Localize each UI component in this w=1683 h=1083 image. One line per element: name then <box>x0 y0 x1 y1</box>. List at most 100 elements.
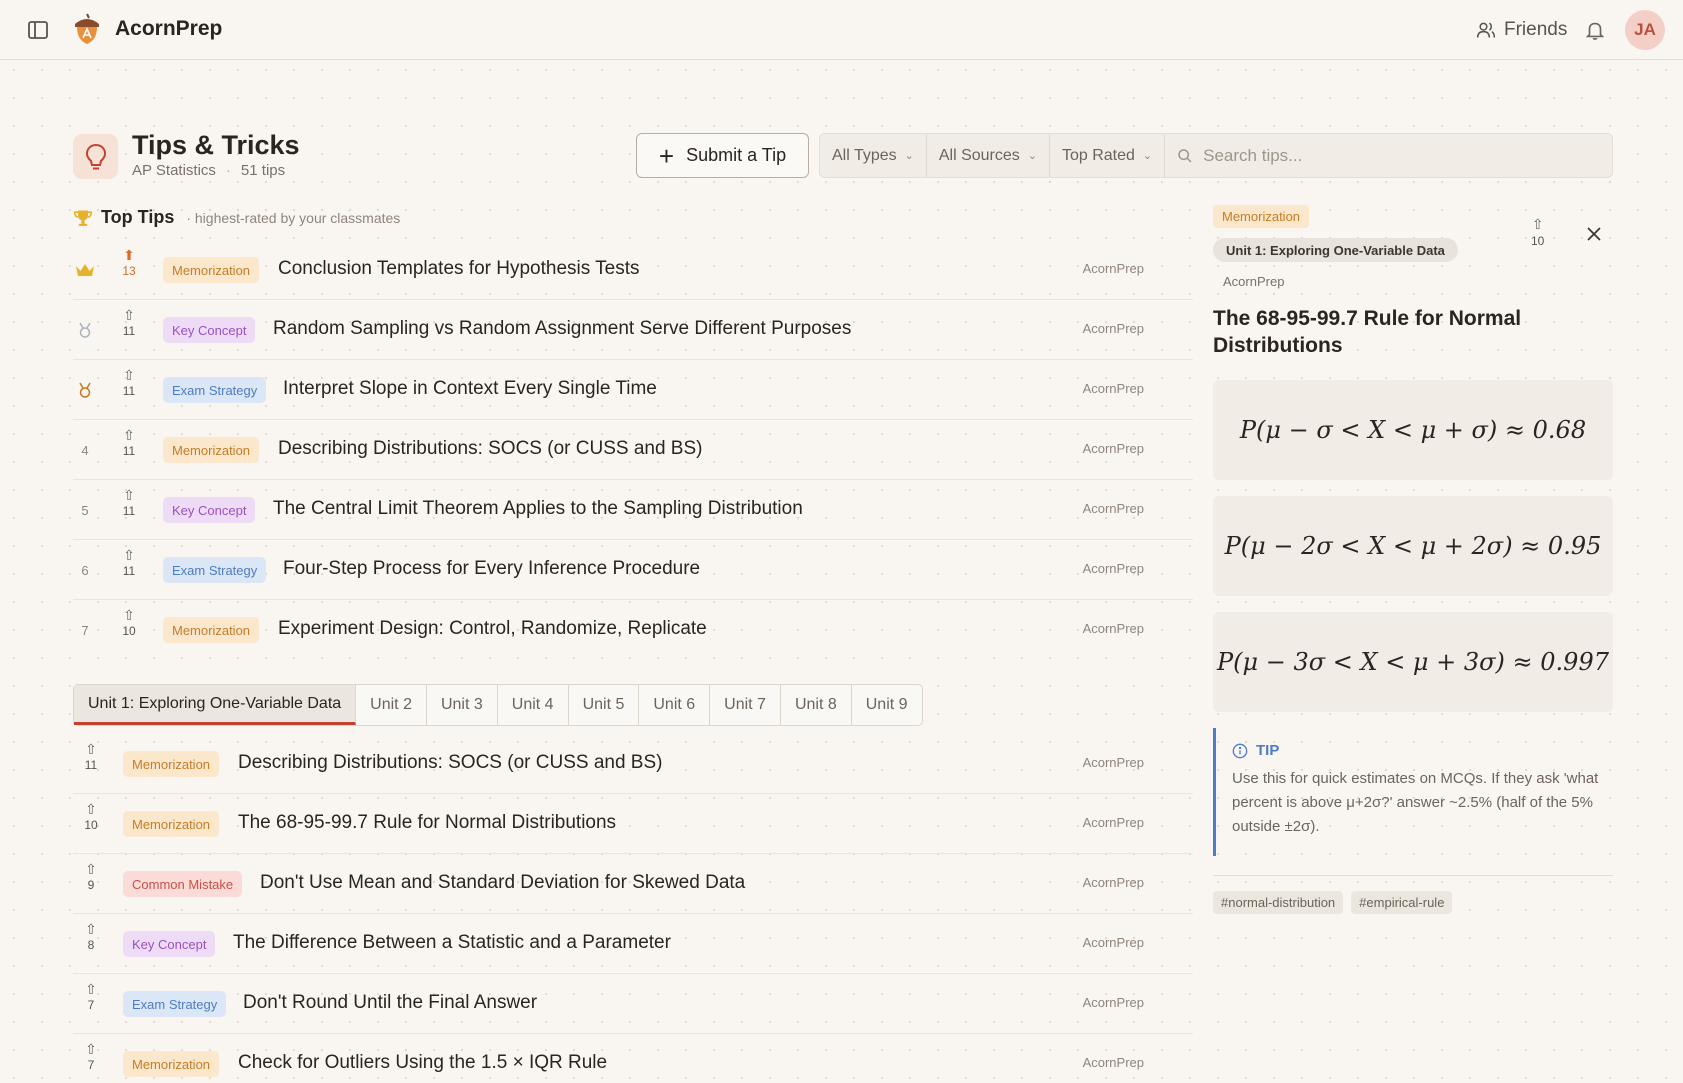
tip-title[interactable]: The Central Limit Theorem Applies to the… <box>273 498 803 520</box>
upvote-arrow-icon[interactable]: ⇧ <box>123 488 135 502</box>
tip-title[interactable]: The Difference Between a Statistic and a… <box>233 932 671 954</box>
unit-tip-row[interactable]: ⇧ 11 Memorization Describing Distributio… <box>73 734 1193 794</box>
rank-number: 7 <box>81 622 89 638</box>
tab-unit-5[interactable]: Unit 5 <box>569 685 640 725</box>
source-filter-dropdown[interactable]: All Sources ⌄ <box>927 134 1050 177</box>
sort-dropdown[interactable]: Top Rated ⌄ <box>1050 134 1166 177</box>
category-badge: Exam Strategy <box>123 991 227 1017</box>
tip-title[interactable]: Conclusion Templates for Hypothesis Test… <box>278 258 640 280</box>
friends-button[interactable]: Friends <box>1476 16 1567 44</box>
upvote-control[interactable]: ⇧ 10 <box>117 608 141 638</box>
unit-tip-row[interactable]: ⇧ 8 Key Concept The Difference Between a… <box>73 914 1193 974</box>
upvote-control[interactable]: ⇧ 11 <box>79 742 103 772</box>
upvote-control[interactable]: ⇧ 11 <box>117 488 141 518</box>
upvote-arrow-icon[interactable]: ⇧ <box>85 922 97 936</box>
tab-unit-1[interactable]: Unit 1: Exploring One-Variable Data <box>74 685 357 725</box>
tip-author: AcornPrep <box>1082 321 1144 336</box>
category-badge: Memorization <box>1213 205 1310 228</box>
category-badge: Memorization <box>123 811 220 837</box>
top-tip-row[interactable]: ⇧ 11 Key Concept Random Sampling vs Rand… <box>73 300 1193 360</box>
course-name: AP Statistics <box>132 162 216 179</box>
tip-title[interactable]: Random Sampling vs Random Assignment Ser… <box>273 318 851 340</box>
tip-title[interactable]: Describing Distributions: SOCS (or CUSS … <box>238 752 662 774</box>
category-badge: Memorization <box>123 1051 220 1077</box>
tab-unit-7[interactable]: Unit 7 <box>710 685 781 725</box>
search-icon <box>1178 148 1192 163</box>
top-tip-row[interactable]: ⬆ 13 Memorization Conclusion Templates f… <box>73 240 1193 300</box>
top-tip-row[interactable]: 5 ⇧ 11 Key Concept The Central Limit The… <box>73 480 1193 540</box>
vote-count: 11 <box>122 384 136 398</box>
tip-title[interactable]: The 68-95-99.7 Rule for Normal Distribut… <box>238 812 616 834</box>
upvote-control[interactable]: ⇧ 11 <box>117 548 141 578</box>
unit-tip-row[interactable]: ⇧ 10 Memorization The 68-95-99.7 Rule fo… <box>73 794 1193 854</box>
upvote-arrow-icon[interactable]: ⇧ <box>123 608 135 622</box>
upvote-arrow-icon[interactable]: ⇧ <box>85 742 97 756</box>
top-tip-row[interactable]: ⇧ 11 Exam Strategy Interpret Slope in Co… <box>73 360 1193 420</box>
tip-title[interactable]: Interpret Slope in Context Every Single … <box>283 378 657 400</box>
tip-count: 51 tips <box>240 162 286 179</box>
tip-author: AcornPrep <box>1082 1055 1144 1070</box>
unit-tip-row[interactable]: ⇧ 9 Common Mistake Don't Use Mean and St… <box>73 854 1193 914</box>
formula-block: P(μ − 2σ < X < μ + 2σ) ≈ 0.95 <box>1213 496 1613 596</box>
close-icon[interactable] <box>1584 224 1604 244</box>
avatar[interactable]: JA <box>1625 10 1665 50</box>
upvote-control[interactable]: ⇧ 11 <box>117 428 141 458</box>
upvote-arrow-icon[interactable]: ⇧ <box>85 1042 97 1056</box>
friends-label: Friends <box>1504 19 1568 40</box>
tab-unit-2[interactable]: Unit 2 <box>356 685 427 725</box>
upvote-arrow-icon[interactable]: ⇧ <box>123 308 135 322</box>
type-filter-dropdown[interactable]: All Types ⌄ <box>820 134 927 177</box>
rank-number: 4 <box>81 442 89 458</box>
upvote-control[interactable]: ⇧ 11 <box>117 308 141 338</box>
top-tip-row[interactable]: 7 ⇧ 10 Memorization Experiment Design: C… <box>73 600 1193 660</box>
upvote-control[interactable]: ⇧ 10 <box>1531 217 1544 248</box>
chevron-down-icon: ⌄ <box>1142 150 1153 162</box>
upvote-arrow-icon[interactable]: ⇧ <box>123 428 135 442</box>
submit-tip-button[interactable]: + Submit a Tip <box>636 133 809 178</box>
upvote-control[interactable]: ⇧ 9 <box>79 862 103 892</box>
tab-unit-8[interactable]: Unit 8 <box>781 685 852 725</box>
upvote-control[interactable]: ⬆ 13 <box>117 248 141 278</box>
tip-author: AcornPrep <box>1082 261 1144 276</box>
users-icon <box>1476 22 1496 38</box>
tab-unit-3[interactable]: Unit 3 <box>427 685 498 725</box>
silver-medal-icon <box>73 300 97 360</box>
tip-title[interactable]: Describing Distributions: SOCS (or CUSS … <box>278 438 702 460</box>
upvote-arrow-icon[interactable]: ⇧ <box>85 802 97 816</box>
vote-count: 8 <box>87 938 95 952</box>
trophy-icon <box>73 210 93 226</box>
tab-unit-9[interactable]: Unit 9 <box>852 685 922 725</box>
upvote-arrow-icon[interactable]: ⇧ <box>85 862 97 876</box>
upvote-control[interactable]: ⇧ 8 <box>79 922 103 952</box>
search-input[interactable]: Search tips... <box>1165 134 1612 177</box>
upvote-arrow-icon[interactable]: ⇧ <box>1532 217 1544 231</box>
chevron-down-icon: ⌄ <box>1027 150 1037 162</box>
tab-unit-6[interactable]: Unit 6 <box>639 685 711 725</box>
tip-title[interactable]: Four-Step Process for Every Inference Pr… <box>283 558 700 580</box>
tip-author: AcornPrep <box>1082 561 1144 576</box>
tip-author: AcornPrep <box>1082 621 1144 636</box>
upvote-arrow-icon[interactable]: ⇧ <box>123 368 135 382</box>
upvote-arrow-icon[interactable]: ⬆ <box>123 248 135 262</box>
upvote-control[interactable]: ⇧ 11 <box>117 368 141 398</box>
upvote-control[interactable]: ⇧ 7 <box>79 1042 103 1072</box>
tag-chip[interactable]: #normal-distribution <box>1213 891 1344 914</box>
tip-title[interactable]: Experiment Design: Control, Randomize, R… <box>278 618 707 640</box>
top-tip-row[interactable]: 6 ⇧ 11 Exam Strategy Four-Step Process f… <box>73 540 1193 600</box>
bell-icon[interactable] <box>1584 18 1606 42</box>
upvote-control[interactable]: ⇧ 7 <box>79 982 103 1012</box>
tip-title[interactable]: Don't Round Until the Final Answer <box>243 992 537 1014</box>
upvote-control[interactable]: ⇧ 10 <box>79 802 103 832</box>
unit-tip-row[interactable]: ⇧ 7 Memorization Check for Outliers Usin… <box>73 1034 1193 1083</box>
unit-tip-row[interactable]: ⇧ 7 Exam Strategy Don't Round Until the … <box>73 974 1193 1034</box>
tab-unit-4[interactable]: Unit 4 <box>498 685 569 725</box>
upvote-arrow-icon[interactable]: ⇧ <box>123 548 135 562</box>
tip-author: AcornPrep <box>1223 274 1285 289</box>
tip-title[interactable]: Don't Use Mean and Standard Deviation fo… <box>260 872 745 894</box>
sidebar-toggle-icon[interactable] <box>26 18 50 42</box>
tip-title[interactable]: Check for Outliers Using the 1.5 × IQR R… <box>238 1052 607 1074</box>
top-tip-row[interactable]: 4 ⇧ 11 Memorization Describing Distribut… <box>73 420 1193 480</box>
tag-chip[interactable]: #empirical-rule <box>1351 891 1453 914</box>
upvote-arrow-icon[interactable]: ⇧ <box>85 982 97 996</box>
tip-author: AcornPrep <box>1082 935 1144 950</box>
